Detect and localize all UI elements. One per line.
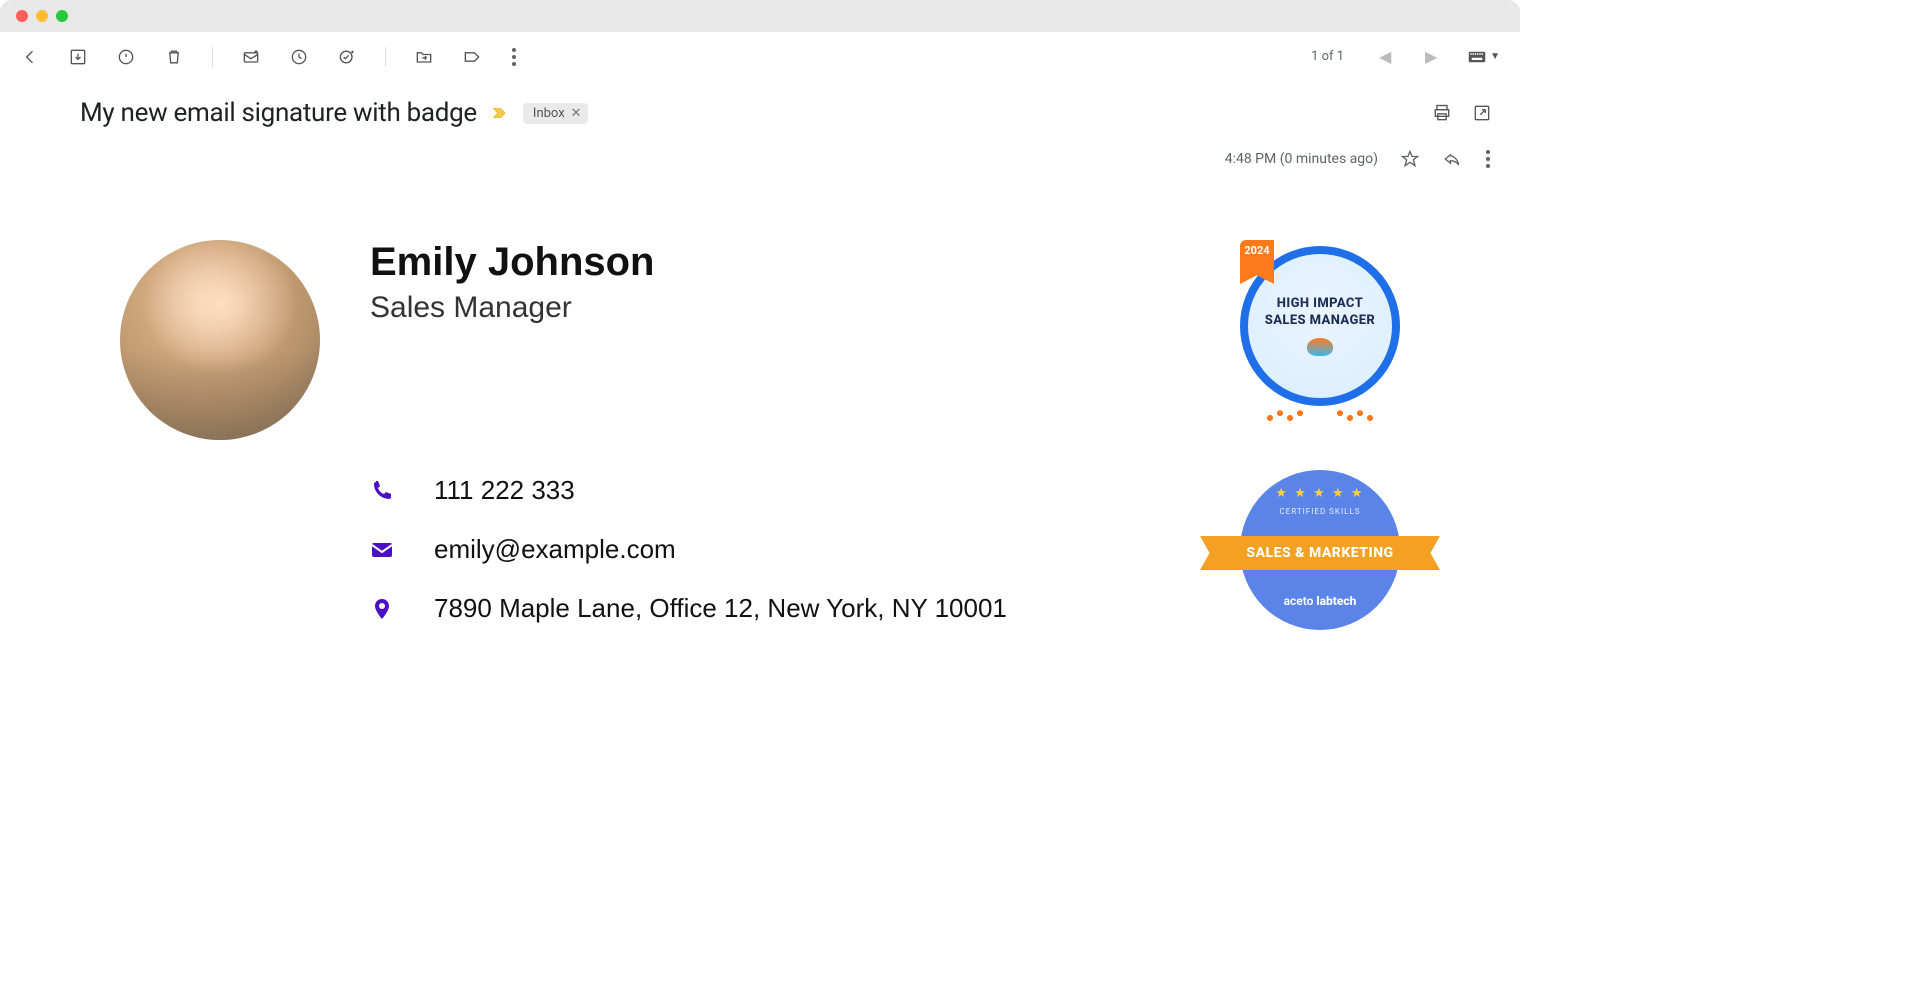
- report-spam-icon[interactable]: [116, 47, 136, 67]
- remove-label-icon[interactable]: ✕: [571, 106, 582, 121]
- badge1-inner-icon: [1307, 338, 1333, 356]
- message-meta-row: 4:48 PM (0 minutes ago): [0, 128, 1520, 170]
- move-to-icon[interactable]: [414, 47, 434, 67]
- archive-icon[interactable]: [68, 47, 88, 67]
- input-tools-button[interactable]: ▼: [1468, 50, 1500, 64]
- reply-icon[interactable]: [1442, 149, 1462, 169]
- add-to-tasks-icon[interactable]: [337, 47, 357, 67]
- email-signature: Emily Johnson Sales Manager 111 222 333 …: [0, 170, 1520, 640]
- toolbar-separator: [385, 47, 386, 67]
- phone-value: 111 222 333: [434, 475, 575, 506]
- badge1-laurel: [1260, 406, 1380, 430]
- mark-unread-icon[interactable]: [241, 47, 261, 67]
- window-close-button[interactable]: [16, 10, 28, 22]
- contact-list: 111 222 333 emily@example.com 7890 Maple…: [370, 475, 1180, 624]
- badge1-line1: HIGH IMPACT: [1277, 296, 1363, 313]
- signature-name: Emily Johnson: [370, 240, 1180, 285]
- badge-certified-skills: ★ ★ ★ ★ ★ CERTIFIED SKILLS aceto labtech…: [1220, 460, 1420, 640]
- email-icon: [370, 538, 394, 562]
- contact-email: emily@example.com: [370, 534, 1180, 565]
- label-icon[interactable]: [462, 47, 482, 67]
- subject-row: My new email signature with badge Inbox …: [0, 82, 1520, 128]
- address-value: 7890 Maple Lane, Office 12, New York, NY…: [434, 593, 1007, 624]
- inbox-label-text: Inbox: [533, 106, 565, 121]
- open-new-window-icon[interactable]: [1472, 103, 1492, 123]
- pagination-count: 1 of 1: [1311, 49, 1344, 64]
- important-marker-icon[interactable]: [491, 104, 509, 122]
- mail-toolbar: 1 of 1 ◀ ▶ ▼: [0, 32, 1520, 82]
- email-value: emily@example.com: [434, 534, 676, 565]
- window-minimize-button[interactable]: [36, 10, 48, 22]
- print-icon[interactable]: [1432, 103, 1452, 123]
- badge1-line2: SALES MANAGER: [1265, 313, 1376, 330]
- prev-message-button[interactable]: ◀: [1376, 47, 1394, 66]
- badge2-brand: aceto labtech: [1240, 594, 1400, 608]
- more-actions-icon[interactable]: [510, 46, 518, 68]
- message-timestamp: 4:48 PM (0 minutes ago): [1225, 151, 1378, 167]
- badge-high-impact: HIGH IMPACT SALES MANAGER 2024: [1230, 240, 1410, 430]
- avatar: [120, 240, 320, 440]
- signature-main: Emily Johnson Sales Manager 111 222 333 …: [370, 240, 1180, 624]
- window-zoom-button[interactable]: [56, 10, 68, 22]
- star-icon[interactable]: [1400, 149, 1420, 169]
- badge2-brand-a: aceto: [1284, 594, 1314, 608]
- delete-icon[interactable]: [164, 47, 184, 67]
- message-more-icon[interactable]: [1484, 148, 1492, 170]
- badge2-brand-b: labtech: [1313, 594, 1356, 608]
- contact-address: 7890 Maple Lane, Office 12, New York, NY…: [370, 593, 1180, 624]
- badge2-stars: ★ ★ ★ ★ ★: [1275, 486, 1364, 501]
- email-subject: My new email signature with badge: [80, 98, 477, 128]
- badges-column: HIGH IMPACT SALES MANAGER 2024 ★ ★ ★ ★ ★…: [1220, 240, 1420, 640]
- window-titlebar: [0, 0, 1520, 32]
- next-message-button[interactable]: ▶: [1422, 47, 1440, 66]
- location-icon: [370, 597, 394, 621]
- signature-title: Sales Manager: [370, 291, 1180, 325]
- inbox-label-chip[interactable]: Inbox ✕: [523, 103, 588, 124]
- badge2-banner: SALES & MARKETING: [1200, 536, 1440, 570]
- contact-phone: 111 222 333: [370, 475, 1180, 506]
- badge2-cert-label: CERTIFIED SKILLS: [1279, 507, 1360, 516]
- phone-icon: [370, 479, 394, 503]
- back-icon[interactable]: [20, 47, 40, 67]
- toolbar-separator: [212, 47, 213, 67]
- snooze-icon[interactable]: [289, 47, 309, 67]
